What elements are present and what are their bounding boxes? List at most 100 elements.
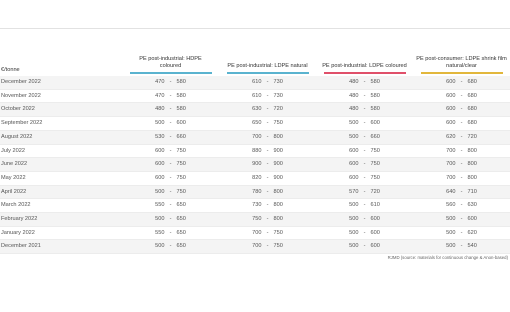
column-header-line2: coloured (159, 63, 182, 69)
price-low: 600 (446, 106, 456, 113)
price-high: 730 (273, 79, 283, 85)
price-low: 500 (155, 120, 165, 127)
range-separator: - (363, 79, 366, 85)
price-high: 580 (176, 106, 186, 113)
price-high: 680 (467, 79, 477, 85)
price-high: 710 (467, 188, 477, 195)
column-header-ldpe-shrink-film: PE post-consumer: LDPE shrink film natur… (413, 56, 510, 76)
price-high: 800 (467, 147, 477, 154)
price-low: 470 (155, 92, 165, 99)
price-range-cell: 500-600 (316, 226, 413, 241)
table-row: April 2022 500-750 780-800 570-720 640-710 (0, 185, 510, 200)
price-low: 600 (446, 79, 456, 85)
range-separator: - (266, 243, 269, 250)
price-high: 650 (176, 216, 186, 223)
range-separator: - (363, 216, 366, 223)
header-row: €/tonne PE post-industrial: HDPE coloure… (0, 56, 510, 76)
range-separator: - (363, 133, 366, 140)
range-separator: - (460, 188, 463, 195)
price-low: 480 (349, 92, 359, 99)
range-separator: - (169, 216, 172, 223)
range-separator: - (266, 174, 269, 181)
price-high: 750 (370, 147, 380, 154)
price-range-cell: 500-600 (316, 212, 413, 227)
price-high: 580 (370, 92, 380, 99)
price-low: 500 (349, 229, 359, 236)
price-range-cell: 620-720 (413, 130, 510, 145)
price-range-cell: 500-620 (413, 226, 510, 241)
price-high: 900 (273, 147, 283, 154)
month-cell: May 2022 (0, 171, 122, 186)
price-low: 480 (349, 79, 359, 85)
price-high: 660 (176, 133, 186, 140)
table-row: July 2022 600-750 880-900 600-750 700-800 (0, 144, 510, 159)
price-low: 500 (349, 133, 359, 140)
price-high: 660 (370, 133, 380, 140)
range-separator: - (266, 188, 269, 195)
price-high: 720 (467, 133, 477, 140)
price-low: 700 (446, 161, 456, 168)
price-table-container: €/tonne PE post-industrial: HDPE coloure… (0, 56, 510, 255)
price-low: 500 (446, 229, 456, 236)
range-separator: - (363, 188, 366, 195)
price-range-cell: 530-660 (122, 130, 219, 145)
price-range-cell: 500-600 (413, 212, 510, 227)
price-high: 600 (176, 120, 186, 127)
price-low: 640 (446, 188, 456, 195)
range-separator: - (363, 243, 366, 250)
price-high: 580 (370, 106, 380, 113)
range-separator: - (363, 147, 366, 154)
price-high: 600 (370, 120, 380, 127)
price-range-cell: 480-580 (122, 102, 219, 118)
range-separator: - (460, 79, 463, 85)
range-separator: - (460, 133, 463, 140)
price-range-cell: 640-710 (413, 185, 510, 200)
price-low: 600 (349, 161, 359, 168)
column-header-underline (226, 72, 309, 74)
price-range-cell: 500-600 (316, 239, 413, 255)
price-range-cell: 600-750 (122, 171, 219, 186)
range-separator: - (363, 202, 366, 209)
price-range-cell: 560-630 (413, 198, 510, 214)
price-high: 750 (176, 174, 186, 181)
column-header-underline (420, 72, 503, 74)
price-high: 620 (467, 229, 477, 236)
range-separator: - (460, 216, 463, 223)
price-range-cell: 500-660 (316, 130, 413, 145)
table-row: November 2022 470-580 610-730 480-580 600-68… (0, 89, 510, 104)
range-separator: - (169, 174, 172, 181)
column-header-line2: natural/clear (446, 63, 477, 69)
price-range-cell: 900-900 (219, 157, 316, 172)
column-header-underline (129, 72, 212, 74)
range-separator: - (266, 216, 269, 223)
table-row: January 2022 550-650 700-750 500-600 500-620 (0, 226, 510, 241)
price-low: 470 (155, 79, 165, 85)
price-low: 730 (252, 202, 262, 209)
price-range-cell: 610-730 (219, 89, 316, 104)
price-range-cell: 500-600 (316, 116, 413, 131)
range-separator: - (460, 174, 463, 181)
range-separator: - (363, 106, 366, 113)
price-high: 750 (273, 229, 283, 236)
range-separator: - (169, 92, 172, 99)
price-range-cell: 550-650 (122, 226, 219, 241)
range-separator: - (169, 243, 172, 250)
price-low: 500 (446, 243, 456, 250)
price-low: 630 (252, 106, 262, 113)
price-low: 780 (252, 188, 262, 195)
price-high: 630 (467, 202, 477, 209)
price-range-cell: 600-750 (122, 144, 219, 159)
table-row: December 2021 500-650 700-750 500-600 500-54… (0, 239, 510, 255)
month-cell: January 2022 (0, 226, 122, 241)
price-high: 800 (273, 202, 283, 209)
range-separator: - (169, 79, 172, 85)
price-range-cell: 480-580 (316, 102, 413, 118)
range-separator: - (363, 174, 366, 181)
price-high: 580 (176, 92, 186, 99)
range-separator: - (169, 202, 172, 209)
range-separator: - (169, 188, 172, 195)
price-high: 650 (176, 202, 186, 209)
price-high: 650 (176, 229, 186, 236)
range-separator: - (460, 120, 463, 127)
price-range-cell: 470-580 (122, 89, 219, 104)
